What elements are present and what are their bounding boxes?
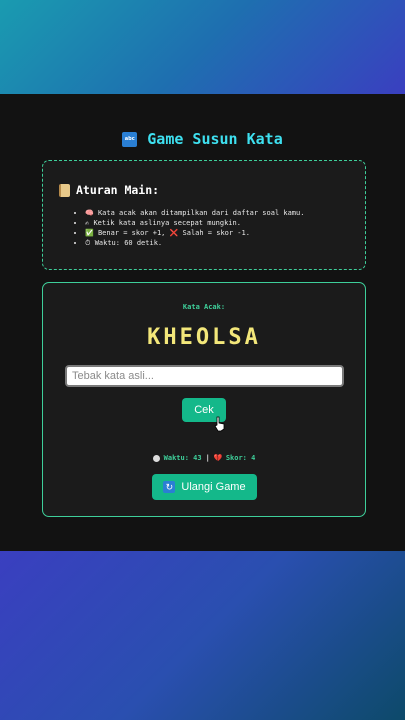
stopwatch-icon: ⏱ [85, 239, 91, 247]
scrambled-label: Kata Acak: [182, 303, 226, 311]
restart-label: Ulangi Game [181, 481, 246, 493]
status-bar: Waktu: 43 | 💔 Skor: 4 [43, 454, 365, 462]
background-bottom [0, 551, 405, 720]
status-separator: | [205, 454, 210, 462]
background-top [0, 0, 405, 94]
abc-icon: abc [122, 131, 138, 147]
page-title: abc Game Susun Kata [0, 130, 405, 148]
writing-hand-icon: ✍ [85, 219, 90, 227]
rule-item: ⏱ Waktu: 60 detik. [85, 238, 365, 248]
rule-item: ✅ Benar = skor +1, ❌ Salah = skor -1. [85, 228, 365, 238]
restart-button[interactable]: ↻ Ulangi Game [152, 474, 257, 500]
rule-text: Kata acak akan ditampilkan dari daftar s… [97, 209, 305, 217]
rule-text: Waktu: 60 detik. [94, 239, 163, 247]
refresh-icon: ↻ [163, 481, 176, 493]
rules-title-text: Aturan Main: [76, 183, 160, 197]
rules-panel: Aturan Main: 🧠 Kata acak akan ditampilka… [42, 160, 366, 270]
game-app: abc Game Susun Kata Aturan Main: 🧠 Kata … [0, 94, 405, 551]
rule-item: 🧠 Kata acak akan ditampilkan dari daftar… [85, 208, 365, 218]
stopwatch-icon [152, 454, 160, 462]
rules-list: 🧠 Kata acak akan ditampilkan dari daftar… [59, 208, 365, 248]
rule-text: Ketik kata aslinya secepat mungkin. [93, 219, 241, 227]
score-text: Skor: 4 [225, 454, 256, 462]
rules-heading: Aturan Main: [59, 183, 365, 197]
guess-input[interactable] [65, 365, 344, 387]
rule-item: ✍ Ketik kata aslinya secepat mungkin. [85, 218, 365, 228]
check-icon: ✅ [85, 229, 94, 237]
scroll-icon [59, 183, 70, 197]
game-panel: Kata Acak: KHEOLSA Cek Waktu: 43 | 💔 Sko… [42, 282, 366, 517]
page-title-text: Game Susun Kata [147, 130, 283, 148]
scrambled-word: KHEOLSA [147, 325, 261, 350]
time-text: Waktu: 43 [163, 454, 202, 462]
rule-text: Benar = skor +1, ❌ Salah = skor -1. [97, 229, 250, 237]
broken-heart-icon: 💔 [213, 453, 223, 462]
hand-cursor-icon [214, 416, 225, 432]
brain-icon: 🧠 [85, 209, 94, 217]
